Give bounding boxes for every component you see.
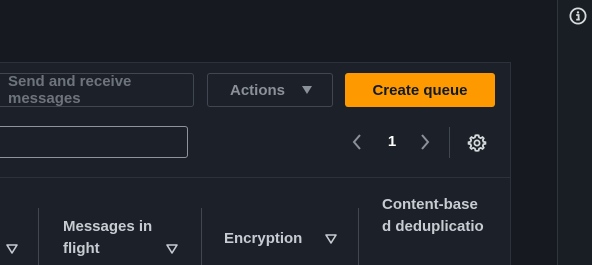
send-receive-messages-button[interactable]: Send and receive messages [0, 73, 194, 107]
column-header-messages-in-flight[interactable]: Messages in flight [63, 216, 175, 260]
create-queue-button[interactable]: Create queue [345, 73, 495, 107]
chevron-left-icon[interactable] [350, 133, 364, 151]
actions-label: Actions [230, 81, 286, 99]
column-header-encryption[interactable]: Encryption [224, 228, 302, 250]
sqs-queues-page: Send and receive messages Actions Create… [0, 0, 592, 265]
sort-caret-icon[interactable] [166, 244, 178, 254]
pagination-divider [449, 127, 450, 158]
actions-dropdown-button[interactable]: Actions [207, 73, 333, 107]
info-icon[interactable] [569, 7, 587, 25]
search-input[interactable] [0, 126, 188, 158]
table-header-divider [0, 177, 510, 178]
column-header-content-based-deduplication[interactable]: Content-based deduplicatio [382, 194, 486, 238]
create-queue-label: Create queue [372, 81, 468, 99]
column-separator [358, 208, 359, 265]
column-separator [201, 208, 202, 265]
gear-icon[interactable] [467, 133, 487, 153]
sort-caret-icon[interactable] [6, 244, 18, 254]
caret-down-icon [302, 86, 312, 94]
help-rail [558, 0, 592, 265]
sort-caret-icon[interactable] [325, 234, 337, 244]
send-receive-messages-label: Send and receive messages [8, 73, 132, 107]
current-page-number[interactable]: 1 [384, 133, 400, 151]
column-separator [38, 208, 39, 265]
chevron-right-icon[interactable] [418, 133, 432, 151]
